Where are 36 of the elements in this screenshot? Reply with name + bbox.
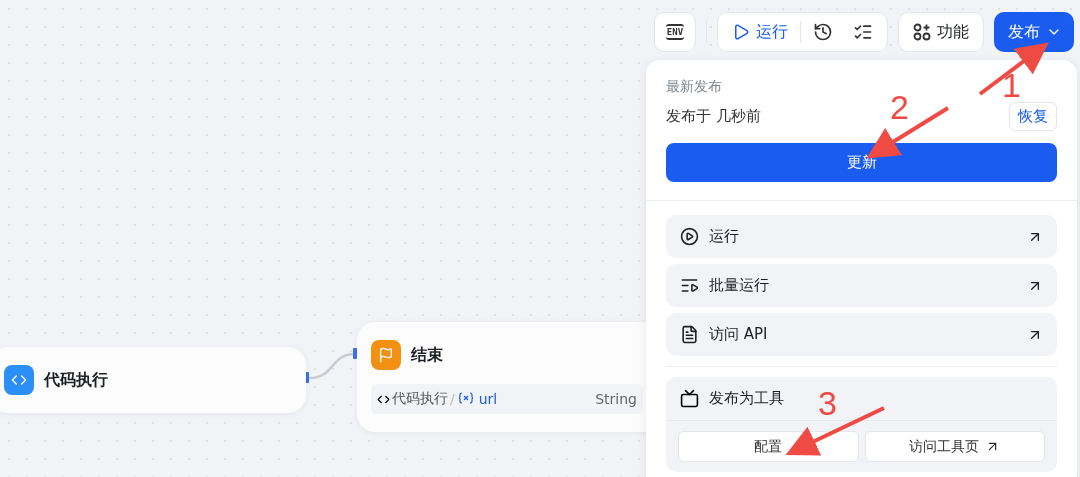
annotation-arrow xyxy=(978,42,1049,96)
history-icon xyxy=(813,22,833,42)
variable-name: url xyxy=(478,391,498,407)
configure-button[interactable]: 配置 xyxy=(678,431,859,462)
visit-tool-page-button[interactable]: 访问工具页 xyxy=(864,431,1045,462)
node-title: 代码执行 xyxy=(44,369,108,391)
flag-icon xyxy=(371,340,401,370)
shapes-icon xyxy=(913,23,931,41)
variable-type: String xyxy=(595,391,637,407)
annotation-number: 2 xyxy=(890,90,909,124)
checklist-icon xyxy=(853,22,873,42)
document-icon xyxy=(680,325,699,345)
publish-status: 发布于 几秒前 xyxy=(666,107,761,126)
node-title: 结束 xyxy=(411,344,443,366)
tool-card-title: 发布为工具 xyxy=(709,389,784,408)
play-circle-icon xyxy=(680,227,699,247)
source-node-name: 代码执行 xyxy=(392,390,448,408)
annotation-number: 1 xyxy=(1002,68,1021,102)
tv-icon xyxy=(680,389,699,408)
code-icon xyxy=(4,365,34,395)
menu-action[interactable]: 运行 xyxy=(666,215,1057,259)
workflow-node[interactable]: 代码执行 xyxy=(0,347,306,413)
restore-button[interactable]: 恢复 xyxy=(1009,102,1057,131)
path-separator: / xyxy=(450,391,455,407)
annotation-number: 3 xyxy=(818,386,837,420)
run-button[interactable]: 运行 xyxy=(724,17,796,47)
menu-action[interactable]: 访问 API xyxy=(666,313,1057,357)
env-button[interactable]: ENV xyxy=(654,12,696,52)
publish-button[interactable]: 发布 xyxy=(994,12,1074,52)
features-button[interactable]: 功能 xyxy=(898,12,984,52)
latest-publish-heading: 最新发布 xyxy=(666,78,722,96)
input-port xyxy=(353,348,357,359)
connector-line xyxy=(308,352,356,380)
play-icon xyxy=(732,23,750,41)
variable-icon xyxy=(458,391,473,407)
menu-action[interactable]: 批量运行 xyxy=(666,264,1057,308)
